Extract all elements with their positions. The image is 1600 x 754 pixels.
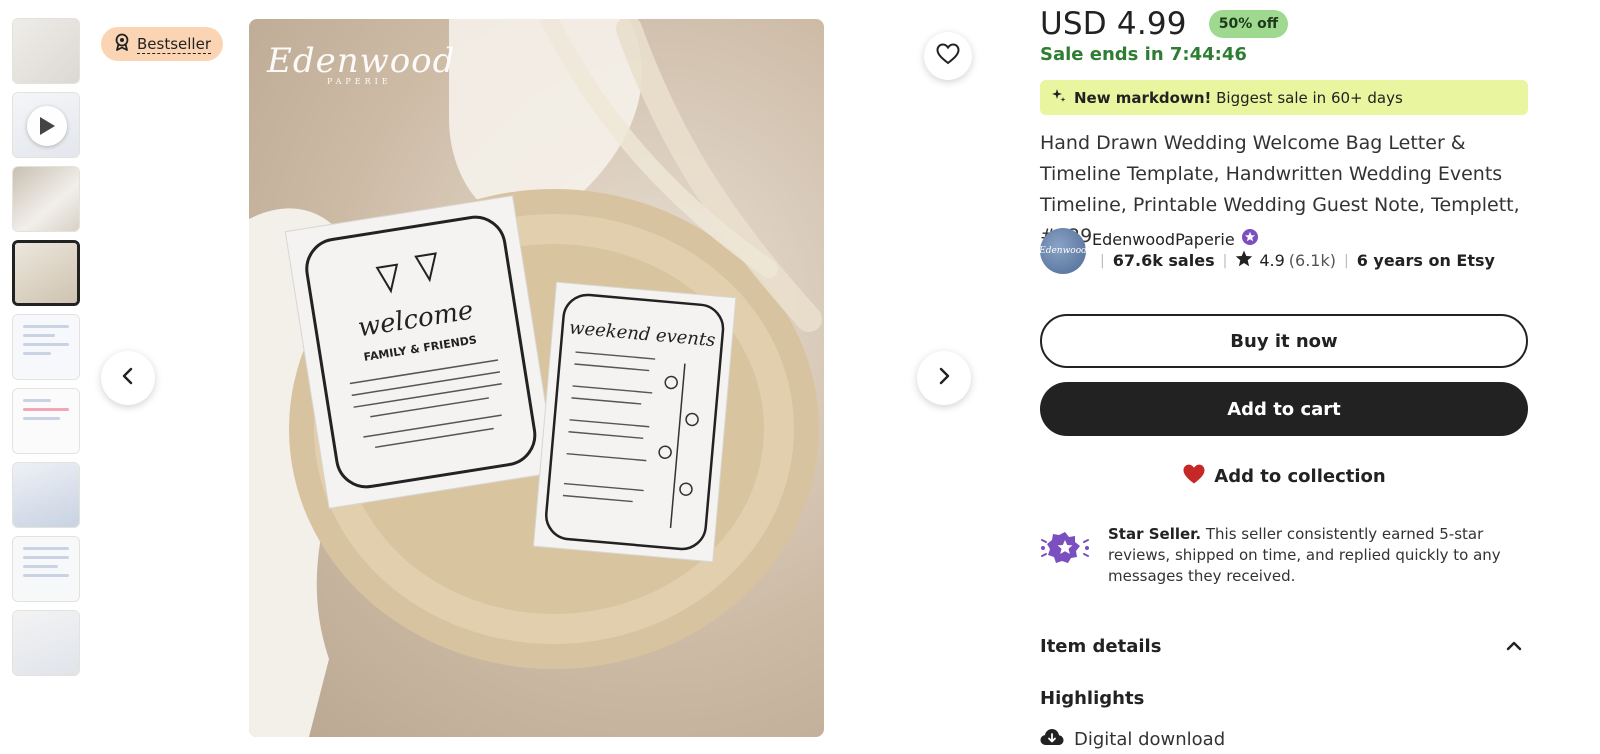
item-details-heading: Item details bbox=[1040, 636, 1162, 657]
shop-review-count[interactable]: (6.1k) bbox=[1289, 251, 1336, 270]
item-details-toggle[interactable]: Item details bbox=[1040, 636, 1528, 657]
add-to-cart-button[interactable]: Add to cart bbox=[1040, 382, 1528, 436]
add-to-collection-label: Add to collection bbox=[1214, 465, 1386, 487]
shop-name-row: EdenwoodPaperie bbox=[1092, 228, 1259, 250]
shop-stats: | 67.6k sales | 4.9 (6.1k) | 6 years on … bbox=[1100, 250, 1495, 271]
thumbnail-strip bbox=[12, 18, 82, 684]
thumbnail-9[interactable] bbox=[12, 610, 80, 676]
star-seller-info: Star Seller. This seller consistently ea… bbox=[1040, 520, 1530, 590]
thumbnail-1[interactable] bbox=[12, 18, 80, 84]
price-row: USD 4.99 50% off bbox=[1040, 6, 1289, 42]
highlight-digital-download: Digital download bbox=[1040, 728, 1225, 751]
heart-filled-icon bbox=[1182, 463, 1206, 490]
sparkle-icon bbox=[1052, 88, 1066, 107]
product-photo-illustration: welcome FAMILY & FRIENDS weekend events bbox=[249, 19, 822, 737]
heart-outline-icon bbox=[936, 43, 960, 69]
star-icon bbox=[1235, 250, 1253, 271]
star-seller-label: Star Seller. bbox=[1108, 525, 1202, 543]
markdown-bold: New markdown! bbox=[1074, 88, 1212, 107]
discount-badge: 50% off bbox=[1208, 10, 1289, 38]
thumbnail-5[interactable] bbox=[12, 314, 80, 380]
sale-countdown: Sale ends in 7:44:46 bbox=[1040, 44, 1247, 65]
star-seller-badge-icon bbox=[1241, 228, 1259, 250]
shop-info: Edenwood EdenwoodPaperie | 67.6k sales |… bbox=[1039, 228, 1530, 274]
main-product-image[interactable]: welcome FAMILY & FRIENDS weekend events bbox=[249, 19, 824, 737]
award-ribbon-icon bbox=[113, 33, 131, 55]
thumbnail-2-video[interactable] bbox=[12, 92, 80, 158]
play-icon bbox=[27, 106, 67, 146]
thumbnail-7[interactable] bbox=[12, 462, 80, 528]
thumbnail-3[interactable] bbox=[12, 166, 80, 232]
star-seller-text: Star Seller. This seller consistently ea… bbox=[1108, 524, 1528, 587]
markdown-text: Biggest sale in 60+ days bbox=[1216, 88, 1403, 107]
thumbnail-4-selected[interactable] bbox=[12, 240, 80, 306]
chevron-left-icon bbox=[118, 366, 138, 390]
shop-name-link[interactable]: EdenwoodPaperie bbox=[1092, 230, 1235, 249]
star-seller-icon bbox=[1040, 528, 1090, 572]
markdown-banner: New markdown! Biggest sale in 60+ days bbox=[1040, 80, 1528, 115]
bestseller-badge[interactable]: Bestseller bbox=[101, 27, 223, 61]
shop-sales: 67.6k sales bbox=[1112, 251, 1215, 270]
highlights-heading: Highlights bbox=[1040, 688, 1145, 709]
thumbnail-6[interactable] bbox=[12, 388, 80, 454]
shop-rating: 4.9 bbox=[1259, 251, 1285, 270]
image-watermark: Edenwood PAPERIE bbox=[267, 41, 456, 86]
highlight-text: Digital download bbox=[1074, 729, 1226, 750]
shop-avatar[interactable]: Edenwood bbox=[1039, 228, 1087, 274]
next-image-button[interactable] bbox=[917, 351, 971, 405]
previous-image-button[interactable] bbox=[101, 351, 155, 405]
favorite-button[interactable] bbox=[924, 32, 972, 80]
chevron-right-icon bbox=[934, 366, 954, 390]
add-to-collection-button[interactable]: Add to collection bbox=[1040, 450, 1528, 502]
thumbnail-8[interactable] bbox=[12, 536, 80, 602]
shop-years: 6 years on Etsy bbox=[1356, 251, 1495, 270]
badge-label: Bestseller bbox=[137, 34, 211, 54]
cloud-download-icon bbox=[1040, 728, 1064, 751]
chevron-up-icon bbox=[1506, 636, 1522, 657]
buy-it-now-button[interactable]: Buy it now bbox=[1040, 314, 1528, 368]
price: USD 4.99 bbox=[1040, 6, 1187, 42]
